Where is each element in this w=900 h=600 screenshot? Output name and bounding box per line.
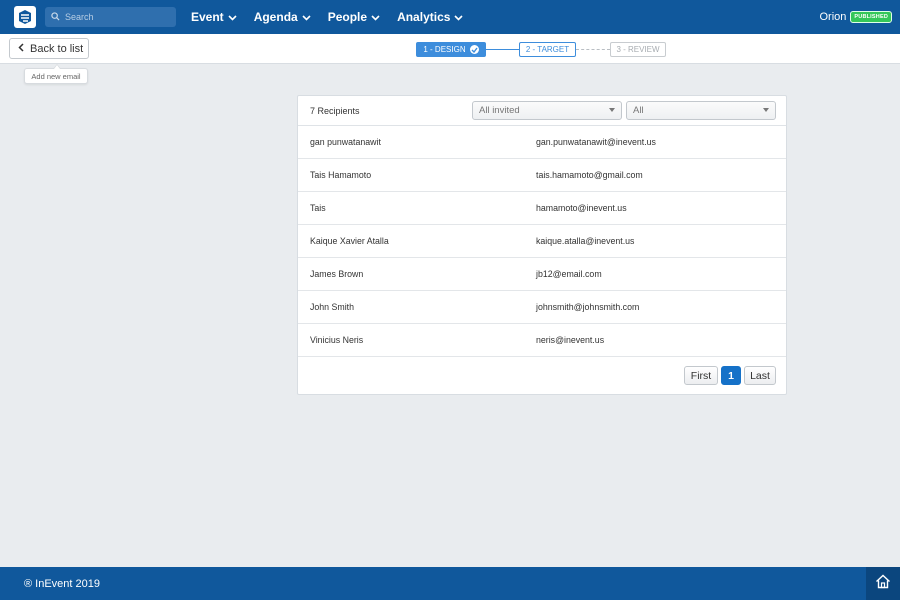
recipients-panel: 7 Recipients All invited All gan punwata…	[297, 95, 787, 395]
chevron-down-icon	[302, 10, 311, 24]
recipient-email: hamamoto@inevent.us	[536, 203, 627, 213]
pagination: First 1 Last	[681, 366, 776, 385]
search-icon	[51, 8, 60, 26]
recipients-header: 7 Recipients All invited All	[298, 96, 786, 126]
step-review-label: 3 - REVIEW	[616, 45, 660, 54]
menu-people[interactable]: People	[328, 10, 380, 24]
step-connector	[486, 49, 519, 50]
table-row[interactable]: John Smith johnsmith@johnsmith.com	[298, 291, 786, 324]
step-connector	[576, 49, 610, 50]
step-target[interactable]: 2 - TARGET	[519, 42, 576, 57]
menu-event-label: Event	[191, 10, 224, 24]
recipient-name: James Brown	[310, 269, 364, 279]
status-badge: PUBLISHED	[850, 11, 892, 23]
back-to-list-button[interactable]: Back to list	[9, 38, 89, 59]
recipient-name: John Smith	[310, 302, 355, 312]
table-row[interactable]: Vinicius Neris neris@inevent.us	[298, 324, 786, 357]
step-design-label: 1 - DESIGN	[423, 45, 466, 54]
search-box[interactable]	[45, 7, 176, 27]
recipients-list: gan punwatanawit gan.punwatanawit@ineven…	[298, 126, 786, 357]
main-menu: Event Agenda People Analytics	[191, 10, 480, 24]
chevron-down-icon	[228, 10, 237, 24]
recipient-email: jb12@email.com	[536, 269, 602, 279]
recipient-email: neris@inevent.us	[536, 335, 605, 345]
table-row[interactable]: Kaique Xavier Atalla kaique.atalla@ineve…	[298, 225, 786, 258]
menu-agenda[interactable]: Agenda	[254, 10, 311, 24]
step-target-label: 2 - TARGET	[525, 45, 570, 54]
back-to-list-label: Back to list	[30, 42, 84, 55]
recipient-email: kaique.atalla@inevent.us	[536, 236, 635, 246]
recipient-name: Vinicius Neris	[310, 335, 364, 345]
chevron-down-icon	[371, 10, 380, 24]
table-row[interactable]: James Brown jb12@email.com	[298, 258, 786, 291]
menu-event[interactable]: Event	[191, 10, 237, 24]
first-page-button[interactable]: First	[684, 366, 718, 385]
menu-analytics-label: Analytics	[397, 10, 451, 24]
table-row[interactable]: Tais hamamoto@inevent.us	[298, 192, 786, 225]
recipient-name: Kaique Xavier Atalla	[310, 236, 389, 246]
last-page-button[interactable]: Last	[744, 366, 776, 385]
secondary-filter-value: All	[633, 105, 644, 116]
user-menu[interactable]: Orion PUBLISHED	[819, 0, 892, 34]
step-review[interactable]: 3 - REVIEW	[610, 42, 666, 57]
invite-status-select[interactable]: All invited	[472, 101, 622, 120]
wizard-steps: 1 - DESIGN 2 - TARGET 3 - REVIEW	[416, 42, 666, 57]
event-name: Orion	[819, 11, 847, 23]
step-design[interactable]: 1 - DESIGN	[416, 42, 486, 57]
secondary-filter-select[interactable]: All	[626, 101, 776, 120]
check-icon	[469, 45, 479, 54]
invite-status-value: All invited	[479, 105, 520, 116]
menu-analytics[interactable]: Analytics	[397, 10, 463, 24]
wizard-bar: Back to list 1 - DESIGN 2 - TARGET 3 - R…	[0, 34, 900, 64]
add-new-email-tooltip: Add new email	[24, 64, 88, 84]
recipient-email: gan.punwatanawit@inevent.us	[536, 137, 656, 147]
table-row[interactable]: gan punwatanawit gan.punwatanawit@ineven…	[298, 126, 786, 159]
home-icon	[875, 574, 891, 594]
menu-people-label: People	[327, 10, 368, 24]
recipient-name: Tais	[310, 203, 326, 213]
caret-down-icon	[609, 108, 615, 112]
copyright-text: ® InEvent 2019	[24, 577, 100, 590]
caret-down-icon	[763, 108, 769, 112]
recipient-email: tais.hamamoto@gmail.com	[536, 170, 643, 180]
recipients-count: 7 Recipients	[310, 105, 360, 116]
chevron-down-icon	[454, 10, 463, 24]
inevent-logo-icon[interactable]	[14, 6, 36, 28]
menu-agenda-label: Agenda	[253, 10, 298, 24]
recipient-name: gan punwatanawit	[310, 137, 381, 147]
page-1-button[interactable]: 1	[721, 366, 741, 385]
search-input[interactable]	[65, 12, 165, 22]
recipient-name: Tais Hamamoto	[310, 170, 372, 180]
top-navbar: Event Agenda People Analytics Orion PUBL…	[0, 0, 900, 34]
recipient-email: johnsmith@johnsmith.com	[536, 302, 640, 312]
table-row[interactable]: Tais Hamamoto tais.hamamoto@gmail.com	[298, 159, 786, 192]
chevron-left-icon	[18, 42, 24, 55]
footer: ® InEvent 2019	[0, 567, 900, 600]
home-button[interactable]	[866, 567, 900, 600]
